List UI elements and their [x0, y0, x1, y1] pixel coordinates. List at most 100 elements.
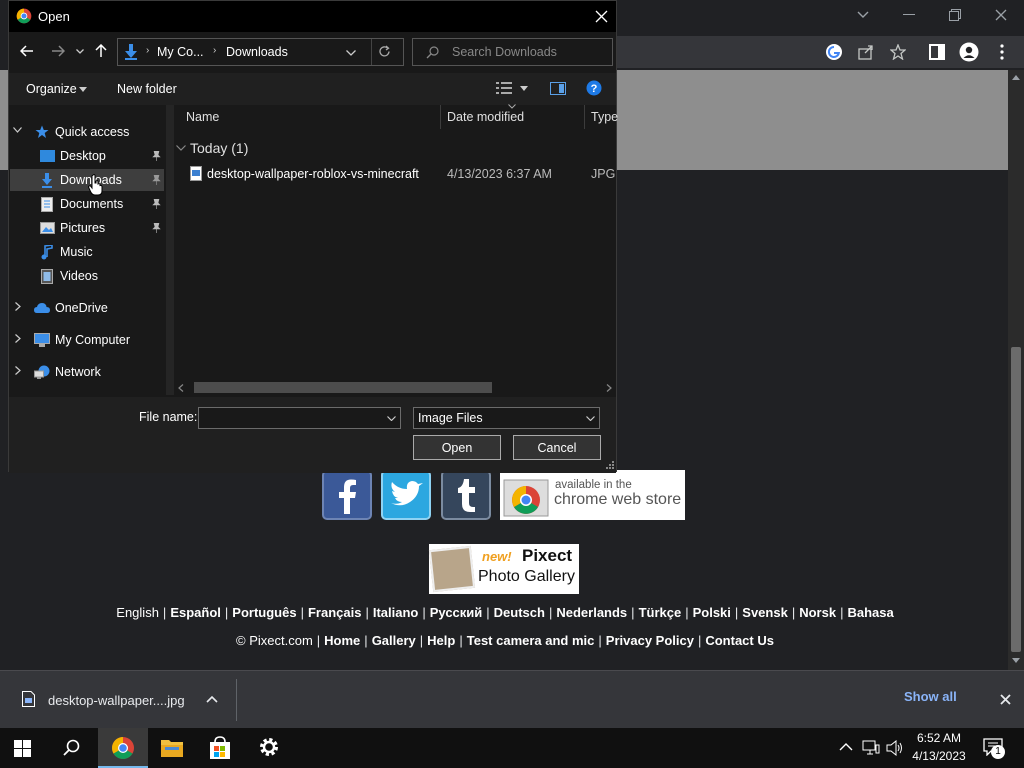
nav-quick-access[interactable]: Quick access: [34, 121, 129, 143]
nav-my-computer[interactable]: My Computer: [34, 329, 130, 351]
lang-link[interactable]: Italiano: [373, 605, 419, 620]
nav-documents[interactable]: Documents: [39, 193, 166, 215]
cancel-button[interactable]: Cancel: [513, 435, 601, 460]
breadcrumb-downloads[interactable]: Downloads: [226, 45, 288, 59]
microsoft-store-icon[interactable]: [208, 736, 232, 760]
organize-menu[interactable]: Organize: [26, 82, 77, 96]
twitter-icon[interactable]: [381, 470, 431, 520]
recent-locations-chevron-icon[interactable]: [76, 49, 84, 54]
column-header-name[interactable]: Name: [186, 110, 219, 124]
tray-chevron-icon[interactable]: [839, 743, 853, 751]
dialog-close-icon[interactable]: [595, 10, 608, 23]
chrome-web-store-badge[interactable]: available in the chrome web store: [500, 470, 685, 520]
windows-start-icon[interactable]: [14, 740, 31, 757]
breadcrumb-my-computer[interactable]: My Co...: [157, 45, 204, 59]
pane-splitter[interactable]: [166, 105, 174, 395]
tab-search-icon[interactable]: [840, 0, 886, 30]
scroll-right-icon[interactable]: [606, 384, 612, 392]
nav-network[interactable]: Network: [34, 361, 101, 383]
window-close-icon[interactable]: [978, 0, 1024, 30]
footer-link[interactable]: Home: [324, 633, 360, 648]
resize-grip-icon[interactable]: [606, 461, 614, 469]
side-panel-icon[interactable]: [922, 37, 952, 67]
download-options-chevron-icon[interactable]: [206, 695, 218, 703]
close-shelf-icon[interactable]: [1000, 694, 1011, 705]
pin-icon[interactable]: [152, 175, 162, 185]
address-history-chevron-icon[interactable]: [346, 50, 356, 56]
up-arrow-icon[interactable]: [95, 44, 107, 58]
footer-link[interactable]: Privacy Policy: [606, 633, 694, 648]
file-name-dropdown-icon[interactable]: [387, 416, 396, 421]
tumblr-icon[interactable]: [441, 470, 491, 520]
expand-onedrive-icon[interactable]: [15, 302, 21, 311]
refresh-icon[interactable]: [378, 45, 391, 58]
back-arrow-icon[interactable]: [20, 45, 34, 57]
lang-link[interactable]: Svensk: [742, 605, 788, 620]
show-all-button[interactable]: Show all: [904, 689, 994, 711]
footer-link[interactable]: Contact Us: [705, 633, 774, 648]
file-explorer-icon[interactable]: [161, 738, 183, 757]
address-bar[interactable]: › My Co... › Downloads: [117, 38, 404, 66]
settings-gear-icon[interactable]: [258, 736, 280, 758]
column-divider[interactable]: [440, 105, 441, 129]
lang-link[interactable]: Polski: [693, 605, 731, 620]
forward-arrow-icon[interactable]: [51, 45, 65, 57]
notifications-icon[interactable]: 1: [983, 738, 1005, 759]
restore-icon[interactable]: [932, 0, 978, 30]
nav-desktop[interactable]: Desktop: [39, 145, 166, 167]
lang-link[interactable]: Deutsch: [494, 605, 545, 620]
taskbar-chrome[interactable]: [98, 728, 148, 768]
help-icon[interactable]: ?: [586, 80, 602, 96]
nav-videos[interactable]: Videos: [39, 265, 98, 287]
scroll-left-icon[interactable]: [178, 384, 184, 392]
lang-link[interactable]: Norsk: [799, 605, 836, 620]
search-icon[interactable]: [63, 739, 81, 757]
pin-icon[interactable]: [152, 151, 162, 161]
minimize-icon[interactable]: [886, 0, 932, 30]
hscroll-thumb[interactable]: [194, 382, 492, 393]
view-options-icon[interactable]: [496, 82, 512, 94]
lang-link[interactable]: Nederlands: [556, 605, 627, 620]
organize-dropdown-icon[interactable]: [79, 87, 87, 92]
chrome-menu-icon[interactable]: [987, 37, 1017, 67]
expand-my-computer-icon[interactable]: [15, 334, 21, 343]
nav-onedrive[interactable]: OneDrive: [34, 297, 108, 319]
file-type-select[interactable]: Image Files: [413, 407, 600, 429]
footer-link[interactable]: Help: [427, 633, 455, 648]
lang-link[interactable]: Русский: [430, 605, 483, 620]
photo-gallery-banner[interactable]: new! Pixect Photo Gallery: [428, 544, 579, 594]
pin-icon[interactable]: [152, 223, 162, 233]
expand-network-icon[interactable]: [15, 366, 21, 375]
page-scrollbar-thumb[interactable]: [1011, 347, 1021, 652]
footer-link[interactable]: Test camera and mic: [467, 633, 595, 648]
scroll-up-icon[interactable]: [1012, 74, 1020, 80]
group-collapse-chevron-icon[interactable]: [176, 145, 186, 151]
preview-pane-icon[interactable]: [550, 82, 566, 95]
clock-time[interactable]: 6:52 AM: [904, 731, 974, 745]
lang-link[interactable]: Français: [308, 605, 361, 620]
network-tray-icon[interactable]: [862, 740, 880, 756]
lang-link[interactable]: Español: [170, 605, 221, 620]
file-type-dropdown-icon[interactable]: [586, 416, 595, 421]
search-field[interactable]: Search Downloads: [412, 38, 613, 66]
column-divider[interactable]: [584, 105, 585, 129]
view-dropdown-icon[interactable]: [520, 86, 528, 91]
lang-link[interactable]: English: [116, 605, 159, 620]
nav-pictures[interactable]: Pictures: [39, 217, 166, 239]
bookmark-star-icon[interactable]: [883, 37, 913, 67]
open-button[interactable]: Open: [413, 435, 501, 460]
facebook-icon[interactable]: [322, 470, 372, 520]
column-header-date[interactable]: Date modified: [447, 110, 524, 124]
file-pane-hscrollbar[interactable]: [174, 380, 616, 395]
nav-music[interactable]: Music: [39, 241, 93, 263]
share-icon[interactable]: [851, 37, 881, 67]
group-header-today[interactable]: Today (1): [190, 140, 248, 156]
lang-link[interactable]: Türkçe: [639, 605, 682, 620]
footer-link[interactable]: Gallery: [372, 633, 416, 648]
new-folder-button[interactable]: New folder: [117, 82, 177, 96]
profile-avatar-icon[interactable]: [954, 37, 984, 67]
google-icon[interactable]: [819, 37, 849, 67]
download-item-name[interactable]: desktop-wallpaper....jpg: [48, 693, 185, 708]
volume-tray-icon[interactable]: [886, 740, 904, 756]
lang-link[interactable]: Bahasa: [847, 605, 893, 620]
